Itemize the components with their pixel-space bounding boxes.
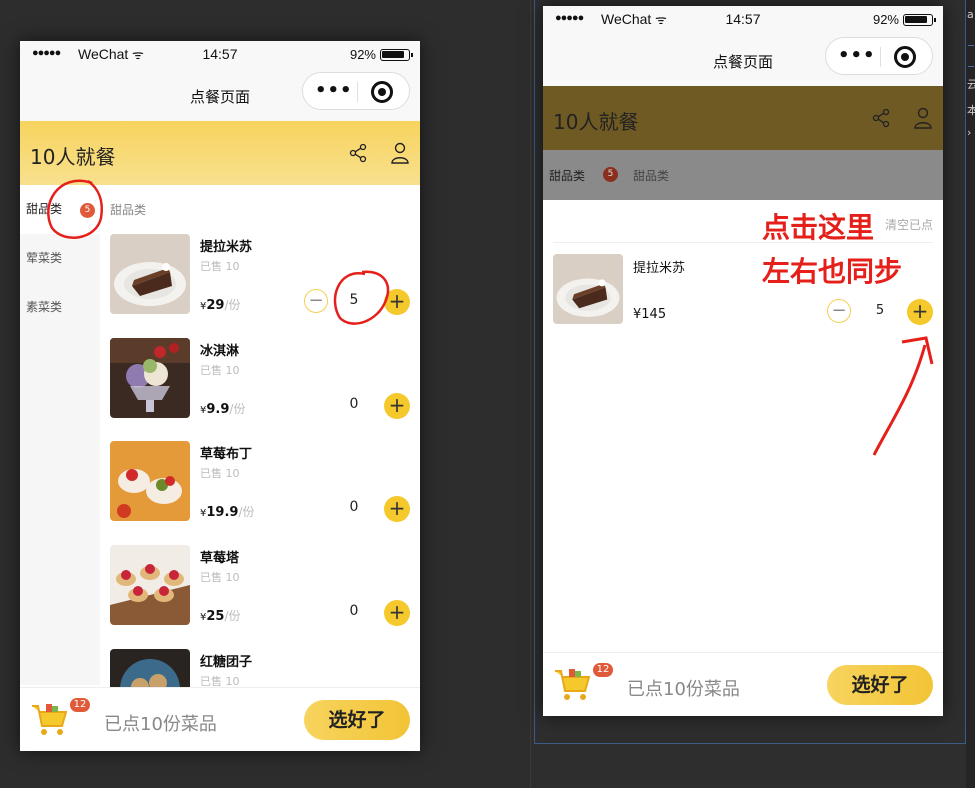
price-value: 25 xyxy=(206,609,225,624)
price-value: 19.9 xyxy=(206,505,239,520)
menu-item: 冰淇淋 已售 10 ¥9.9/份 0 + xyxy=(110,338,410,428)
annotation-sync-note: 左右也同步 xyxy=(762,255,903,288)
cart-icon[interactable] xyxy=(553,667,593,701)
category-heading: 甜品类 xyxy=(633,169,670,183)
price-unit: /份 xyxy=(224,298,241,312)
status-bar: ●●●●● WeChat ᯤ 14:57 92% xyxy=(543,6,943,34)
increase-button[interactable]: + xyxy=(384,289,410,315)
price-unit: /份 xyxy=(224,609,241,623)
simulator-phone-left: ●●●●● WeChat ᯤ 14:57 92% 点餐页面 ••• 10人就餐 xyxy=(20,41,420,751)
mini-program-capsule: ••• xyxy=(825,37,933,75)
popup-divider xyxy=(553,242,933,243)
cart-bar: 12 已点10份菜品 选好了 xyxy=(20,687,420,751)
capsule-divider xyxy=(880,47,881,67)
dining-header: 10人就餐 xyxy=(20,121,420,185)
sidebar-item-label: 素菜类 xyxy=(26,300,63,314)
sidebar-item-label: 荤菜类 xyxy=(26,251,63,265)
quantity-value: 0 xyxy=(349,396,359,412)
dining-title: 10人就餐 xyxy=(553,110,639,134)
cart-icon[interactable] xyxy=(30,702,70,736)
share-icon[interactable] xyxy=(871,108,891,128)
menu-item-sold: 已售 10 xyxy=(200,364,240,377)
editor-edge-panel: a 云 本 › xyxy=(966,0,975,788)
menu-item-price: ¥29/份 xyxy=(200,296,241,313)
tiramisu-image xyxy=(110,234,190,314)
battery-icon xyxy=(380,49,413,61)
menu-item: 草莓布丁 已售 10 ¥19.9/份 0 + xyxy=(110,441,410,531)
menu-item-name: 提拉米苏 xyxy=(200,240,253,255)
mini-program-capsule: ••• xyxy=(302,72,410,110)
menu-item-name: 草莓塔 xyxy=(200,551,240,566)
menu-item: 草莓塔 已售 10 ¥25/份 0 + xyxy=(110,545,410,635)
user-icon[interactable] xyxy=(913,107,933,129)
menu-item-name: 红糖团子 xyxy=(200,655,253,670)
cart-item-name: 提拉米苏 xyxy=(633,261,686,276)
menu-item-sold: 已售 10 xyxy=(200,571,240,584)
nav-bar: 点餐页面 ••• xyxy=(543,34,943,86)
increase-button[interactable]: + xyxy=(384,496,410,522)
strawberry-tart-image xyxy=(110,545,190,625)
more-menu-icon[interactable]: ••• xyxy=(838,45,876,66)
category-count-badge: 5 xyxy=(80,203,95,218)
decrease-button[interactable]: − xyxy=(827,299,851,323)
close-program-icon[interactable] xyxy=(894,46,916,68)
category-sidebar: 甜品类 5 荤菜类 素菜类 xyxy=(20,185,100,685)
cart-summary: 已点10份菜品 xyxy=(627,679,740,700)
cart-item-price: ¥145 xyxy=(633,307,667,322)
battery-icon xyxy=(903,14,936,26)
battery-percent: 92% xyxy=(349,47,376,62)
checkout-button[interactable]: 选好了 xyxy=(304,700,410,740)
menu-item-sold: 已售 10 xyxy=(200,467,240,480)
dining-title: 10人就餐 xyxy=(30,145,116,169)
price-unit: /份 xyxy=(238,505,255,519)
price-unit: /份 xyxy=(229,402,246,416)
menu-item-price: ¥25/份 xyxy=(200,607,241,624)
clear-cart-link[interactable]: 清空已点 xyxy=(885,216,933,233)
cart-bar: 12 已点10份菜品 选好了 xyxy=(543,652,943,716)
status-bar: ●●●●● WeChat ᯤ 14:57 92% xyxy=(20,41,420,69)
close-program-icon[interactable] xyxy=(371,81,393,103)
category-count-badge: 5 xyxy=(603,167,618,182)
menu-item-price: ¥9.9/份 xyxy=(200,400,245,417)
menu-item-name: 冰淇淋 xyxy=(200,344,240,359)
cart-count-badge: 12 xyxy=(70,698,90,712)
battery-percent: 92% xyxy=(872,12,899,27)
menu-item-name: 草莓布丁 xyxy=(200,447,253,462)
quantity-value: 0 xyxy=(349,603,359,619)
more-menu-icon[interactable]: ••• xyxy=(315,80,353,101)
nav-bar: 点餐页面 ••• xyxy=(20,69,420,121)
sidebar-item-vegetable[interactable]: 素菜类 xyxy=(20,283,100,332)
increase-button[interactable]: + xyxy=(907,299,933,325)
quantity-value: 5 xyxy=(875,303,885,318)
quantity-value: 0 xyxy=(349,499,359,515)
simulator-phone-right: ●●●●● WeChat ᯤ 14:57 92% 点餐页面 ••• 10人就餐 … xyxy=(543,6,943,716)
increase-button[interactable]: + xyxy=(384,393,410,419)
sidebar-item-label: 甜品类 xyxy=(26,202,63,216)
dimmed-category-row: 甜品类 5 甜品类 xyxy=(543,150,943,200)
share-icon[interactable] xyxy=(348,143,368,163)
increase-button[interactable]: + xyxy=(384,600,410,626)
ice-cream-image xyxy=(110,338,190,418)
quantity-value: 5 xyxy=(349,292,359,308)
capsule-divider xyxy=(357,82,358,102)
annotation-click-here: 点击这里 xyxy=(762,211,875,244)
sidebar-item-meat[interactable]: 荤菜类 xyxy=(20,234,100,283)
category-heading: 甜品类 xyxy=(110,203,147,217)
cart-count-badge: 12 xyxy=(593,663,613,677)
decrease-button[interactable]: − xyxy=(304,289,328,313)
menu-item-sold: 已售 10 xyxy=(200,260,240,273)
strawberry-pudding-image xyxy=(110,441,190,521)
cart-summary: 已点10份菜品 xyxy=(104,714,217,735)
price-value: 29 xyxy=(206,298,225,313)
sidebar-item-dessert[interactable]: 甜品类 5 xyxy=(20,185,100,234)
dining-header: 10人就餐 xyxy=(543,86,943,150)
user-icon[interactable] xyxy=(390,142,410,164)
sidebar-item-label: 甜品类 xyxy=(549,169,586,183)
tiramisu-image xyxy=(553,254,623,324)
menu-item: 提拉米苏 已售 10 ¥29/份 − 5 + xyxy=(110,234,410,324)
menu-item-price: ¥19.9/份 xyxy=(200,503,255,520)
checkout-button[interactable]: 选好了 xyxy=(827,665,933,705)
price-value: 9.9 xyxy=(206,402,230,417)
